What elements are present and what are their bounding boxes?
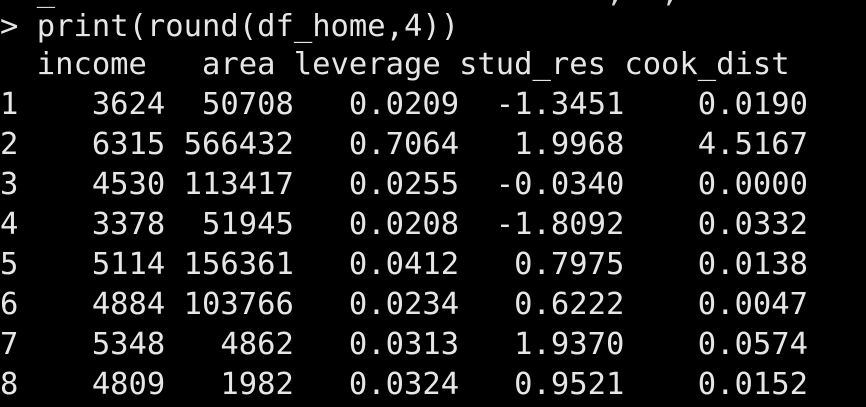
table-row: 7 5348 4862 0.0313 1.9370 0.0574: [0, 327, 808, 362]
r-console-output[interactable]: _ , , , , , ( > print(round(df_home,4)) …: [0, 0, 866, 407]
table-row: 8 4809 1982 0.0324 0.9521 0.0152: [0, 367, 808, 402]
command-text: print(round(df_home,4)): [36, 9, 460, 44]
command-line: > print(round(df_home,4)): [0, 7, 459, 47]
prompt-symbol: >: [0, 9, 19, 44]
table-row: 6 4884 103766 0.0234 0.6222 0.0047: [0, 287, 808, 322]
table-row: 1 3624 50708 0.0209 -1.3451 0.0190: [0, 87, 808, 122]
table-header: income area leverage stud_res cook_dist: [0, 47, 790, 82]
table-row: 4 3378 51945 0.0208 -1.8092 0.0332: [0, 207, 808, 242]
table-row: 2 6315 566432 0.7064 1.9968 4.5167: [0, 127, 808, 162]
table-row: 3 4530 113417 0.0255 -0.0340 0.0000: [0, 167, 808, 202]
table-row: 5 5114 156361 0.0412 0.7975 0.0138: [0, 247, 808, 282]
